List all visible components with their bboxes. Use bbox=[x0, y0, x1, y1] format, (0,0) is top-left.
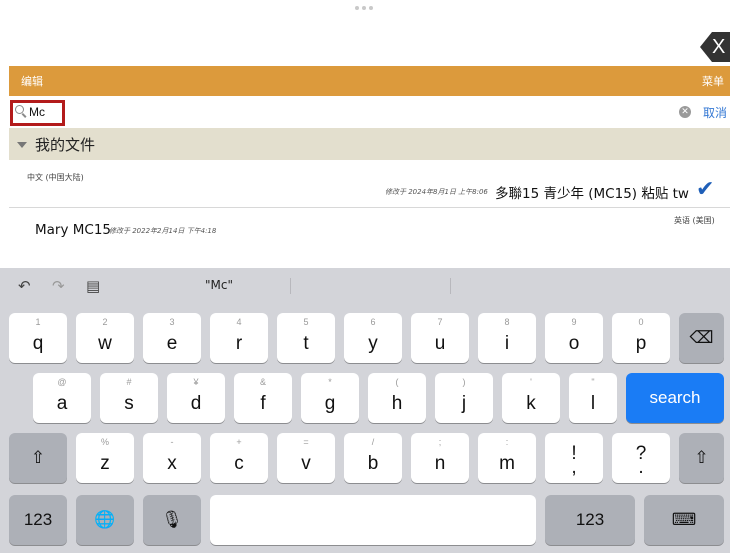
key-y[interactable]: 6y bbox=[344, 313, 402, 363]
disclosure-triangle-icon bbox=[17, 142, 27, 148]
menu-button[interactable]: 菜单 bbox=[702, 73, 724, 89]
clear-circle-icon[interactable]: ✕ bbox=[679, 106, 691, 118]
key-q[interactable]: 1q bbox=[9, 313, 67, 363]
key-f[interactable]: & f bbox=[234, 373, 292, 423]
key-g[interactable]: * g bbox=[301, 373, 359, 423]
file-name: Mary MC15 bbox=[35, 222, 112, 238]
key-s[interactable]: # s bbox=[100, 373, 158, 423]
key-n[interactable]: ; n bbox=[411, 433, 469, 483]
key-b[interactable]: / b bbox=[344, 433, 402, 483]
shift-key-left[interactable]: ⇧ bbox=[9, 433, 67, 483]
file-modified: 修改于 2024年8月1日 上午8:06 bbox=[385, 188, 488, 196]
key-j[interactable]: ) j bbox=[435, 373, 493, 423]
globe-key[interactable]: 🌐 bbox=[76, 495, 134, 545]
key-c[interactable]: + c bbox=[210, 433, 268, 483]
search-highlight-box bbox=[10, 100, 65, 126]
key-r[interactable]: 4r bbox=[210, 313, 268, 363]
search-bar: ✕ 取消 bbox=[9, 99, 730, 126]
redo-icon[interactable]: ↷ bbox=[52, 277, 65, 295]
undo-icon[interactable]: ↶ bbox=[18, 277, 31, 295]
key-d[interactable]: ¥ d bbox=[167, 373, 225, 423]
backspace-icon: ⌫ bbox=[689, 328, 714, 347]
key-m[interactable]: :m bbox=[478, 433, 536, 483]
app-window: X 编辑 菜单 ✕ 取消 我的文件 中文 (中国大陆) 修改于 2024年8月1… bbox=[0, 0, 730, 553]
key-a[interactable]: @ a bbox=[33, 373, 91, 423]
edit-button[interactable]: 编辑 bbox=[21, 73, 43, 89]
search-field-container[interactable] bbox=[9, 99, 669, 125]
suggestion-bar: ↶ ↷ ▤ "Mc" bbox=[0, 268, 730, 302]
shift-key-right[interactable]: ⇧ bbox=[679, 433, 724, 483]
dictation-key[interactable]: 🎙 bbox=[143, 495, 201, 545]
shift-icon: ⇧ bbox=[30, 448, 46, 467]
key-question[interactable]: ?. bbox=[612, 433, 670, 483]
shift-icon: ⇧ bbox=[694, 448, 709, 467]
key-o[interactable]: 9o bbox=[545, 313, 603, 363]
close-button[interactable]: X bbox=[700, 32, 730, 62]
checkmark-icon: ✔ bbox=[696, 177, 715, 202]
key-t[interactable]: 5t bbox=[277, 313, 335, 363]
key-k[interactable]: ' k bbox=[502, 373, 560, 423]
suggestion-word[interactable]: "Mc" bbox=[205, 278, 233, 292]
suggestion-divider bbox=[450, 278, 451, 294]
key-p[interactable]: 0p bbox=[612, 313, 670, 363]
file-row[interactable]: Mary MC15 修改于 2022年2月14日 下午4:18 英语 (美国) bbox=[9, 210, 730, 254]
folder-title: 我的文件 bbox=[35, 135, 96, 154]
key-h[interactable]: (h bbox=[368, 373, 426, 423]
drag-grabber[interactable] bbox=[355, 6, 377, 12]
key-z[interactable]: % z bbox=[76, 433, 134, 483]
file-language: 中文 (中国大陆) bbox=[27, 173, 84, 182]
numbers-key-left[interactable]: 123 bbox=[9, 495, 67, 545]
key-exclamation[interactable]: !, bbox=[545, 433, 603, 483]
key-l[interactable]: " l bbox=[569, 373, 617, 423]
space-bar[interactable] bbox=[210, 495, 536, 545]
key-e[interactable]: 3e bbox=[143, 313, 201, 363]
key-w[interactable]: 2w bbox=[76, 313, 134, 363]
backspace-key[interactable]: ⌫ bbox=[679, 313, 724, 363]
keyboard-dismiss-icon: ⌨ bbox=[671, 510, 697, 529]
search-key[interactable]: search bbox=[626, 373, 724, 423]
suggestion-divider bbox=[290, 278, 291, 294]
file-row[interactable]: 中文 (中国大陆) 修改于 2024年8月1日 上午8:06 多聯15 青少年 … bbox=[9, 166, 730, 208]
paste-icon[interactable]: ▤ bbox=[86, 277, 100, 295]
globe-icon: 🌐 bbox=[94, 510, 116, 529]
file-name: 多聯15 青少年 (MC15) 粘贴 tw bbox=[495, 186, 689, 202]
key-i[interactable]: 8i bbox=[478, 313, 536, 363]
key-x[interactable]: -x bbox=[143, 433, 201, 483]
key-v[interactable]: = v bbox=[277, 433, 335, 483]
microphone-icon: 🎙 bbox=[161, 510, 183, 529]
file-modified: 修改于 2022年2月14日 下午4:18 bbox=[109, 227, 217, 235]
edit-bar: 编辑 菜单 bbox=[9, 66, 730, 96]
file-language: 英语 (美国) bbox=[674, 216, 715, 225]
dismiss-keyboard-key[interactable]: ⌨ bbox=[644, 495, 724, 545]
onscreen-keyboard: ↶ ↷ ▤ "Mc" 1q 2w 3e 4r 5t 6y 7u 8i 9o 0p… bbox=[0, 268, 730, 553]
key-u[interactable]: 7u bbox=[411, 313, 469, 363]
numbers-key-right[interactable]: 123 bbox=[545, 495, 635, 545]
folder-header[interactable]: 我的文件 bbox=[9, 128, 730, 160]
cancel-button[interactable]: 取消 bbox=[703, 104, 727, 121]
